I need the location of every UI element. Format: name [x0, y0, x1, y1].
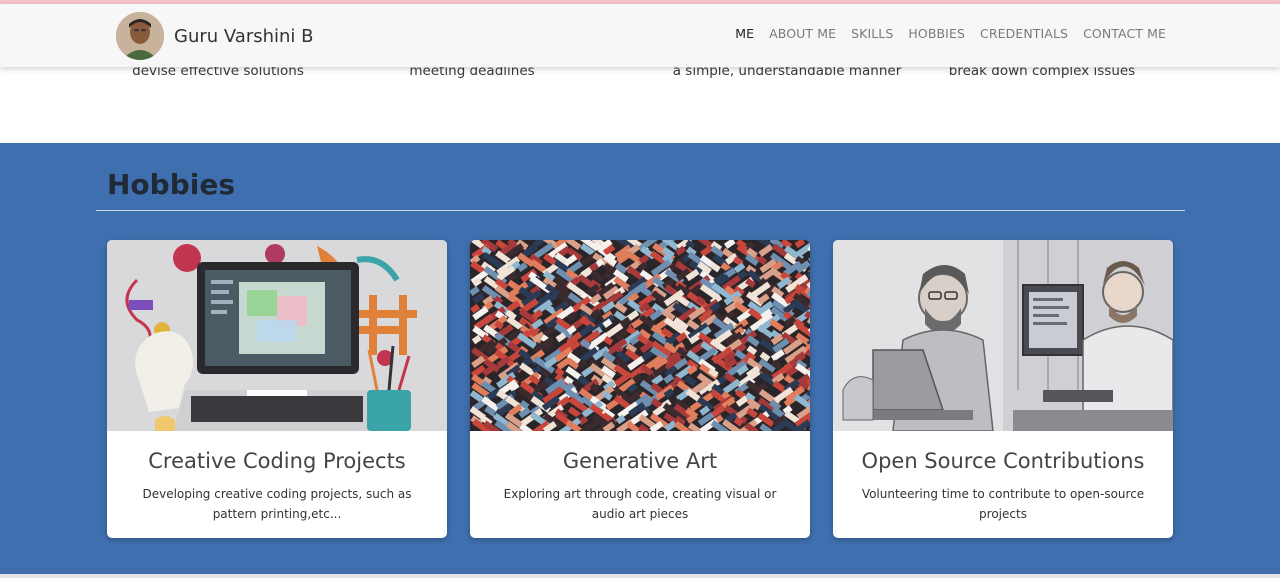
hobby-card-title: Open Source Contributions: [861, 449, 1145, 473]
hobby-card-title: Creative Coding Projects: [148, 449, 406, 473]
generative-art-image: [470, 240, 810, 431]
hobby-card-creative-coding[interactable]: Creative Coding Projects Developing crea…: [107, 240, 447, 538]
brand[interactable]: Guru Varshini B: [116, 12, 314, 60]
brand-name: Guru Varshini B: [174, 25, 314, 47]
creative-coding-image: [107, 240, 447, 431]
section-title: Hobbies: [107, 168, 236, 201]
hobby-card-text: Volunteering time to contribute to open-…: [861, 487, 1145, 521]
nav-item-about-me[interactable]: ABOUT ME: [769, 26, 836, 41]
nav-item-skills[interactable]: SKILLS: [851, 26, 893, 41]
section-divider: [96, 210, 1185, 211]
hobbies-section: Hobbies Creative Coding Projects Develop…: [0, 143, 1280, 574]
hobby-card-text: Developing creative coding projects, suc…: [142, 487, 412, 521]
nav-item-credentials[interactable]: CREDENTIALS: [980, 26, 1068, 41]
open-source-image: [833, 240, 1173, 431]
hobby-card-open-source[interactable]: Open Source Contributions Volunteering t…: [833, 240, 1173, 538]
nav-links: ME ABOUT ME SKILLS HOBBIES CREDENTIALS C…: [720, 26, 1166, 41]
nav-item-contact-me[interactable]: CONTACT ME: [1083, 26, 1166, 41]
hobby-card-title: Generative Art: [562, 449, 718, 473]
navbar: Guru Varshini B ME ABOUT ME SKILLS HOBBI…: [0, 4, 1280, 67]
hobby-card-generative-art[interactable]: Generative Art Exploring art through cod…: [470, 240, 810, 538]
bottom-strip: [0, 574, 1280, 578]
nav-item-me[interactable]: ME: [735, 26, 754, 41]
avatar: [116, 12, 164, 60]
hobby-card-text: Exploring art through code, creating vis…: [503, 487, 777, 521]
nav-item-hobbies[interactable]: HOBBIES: [908, 26, 965, 41]
